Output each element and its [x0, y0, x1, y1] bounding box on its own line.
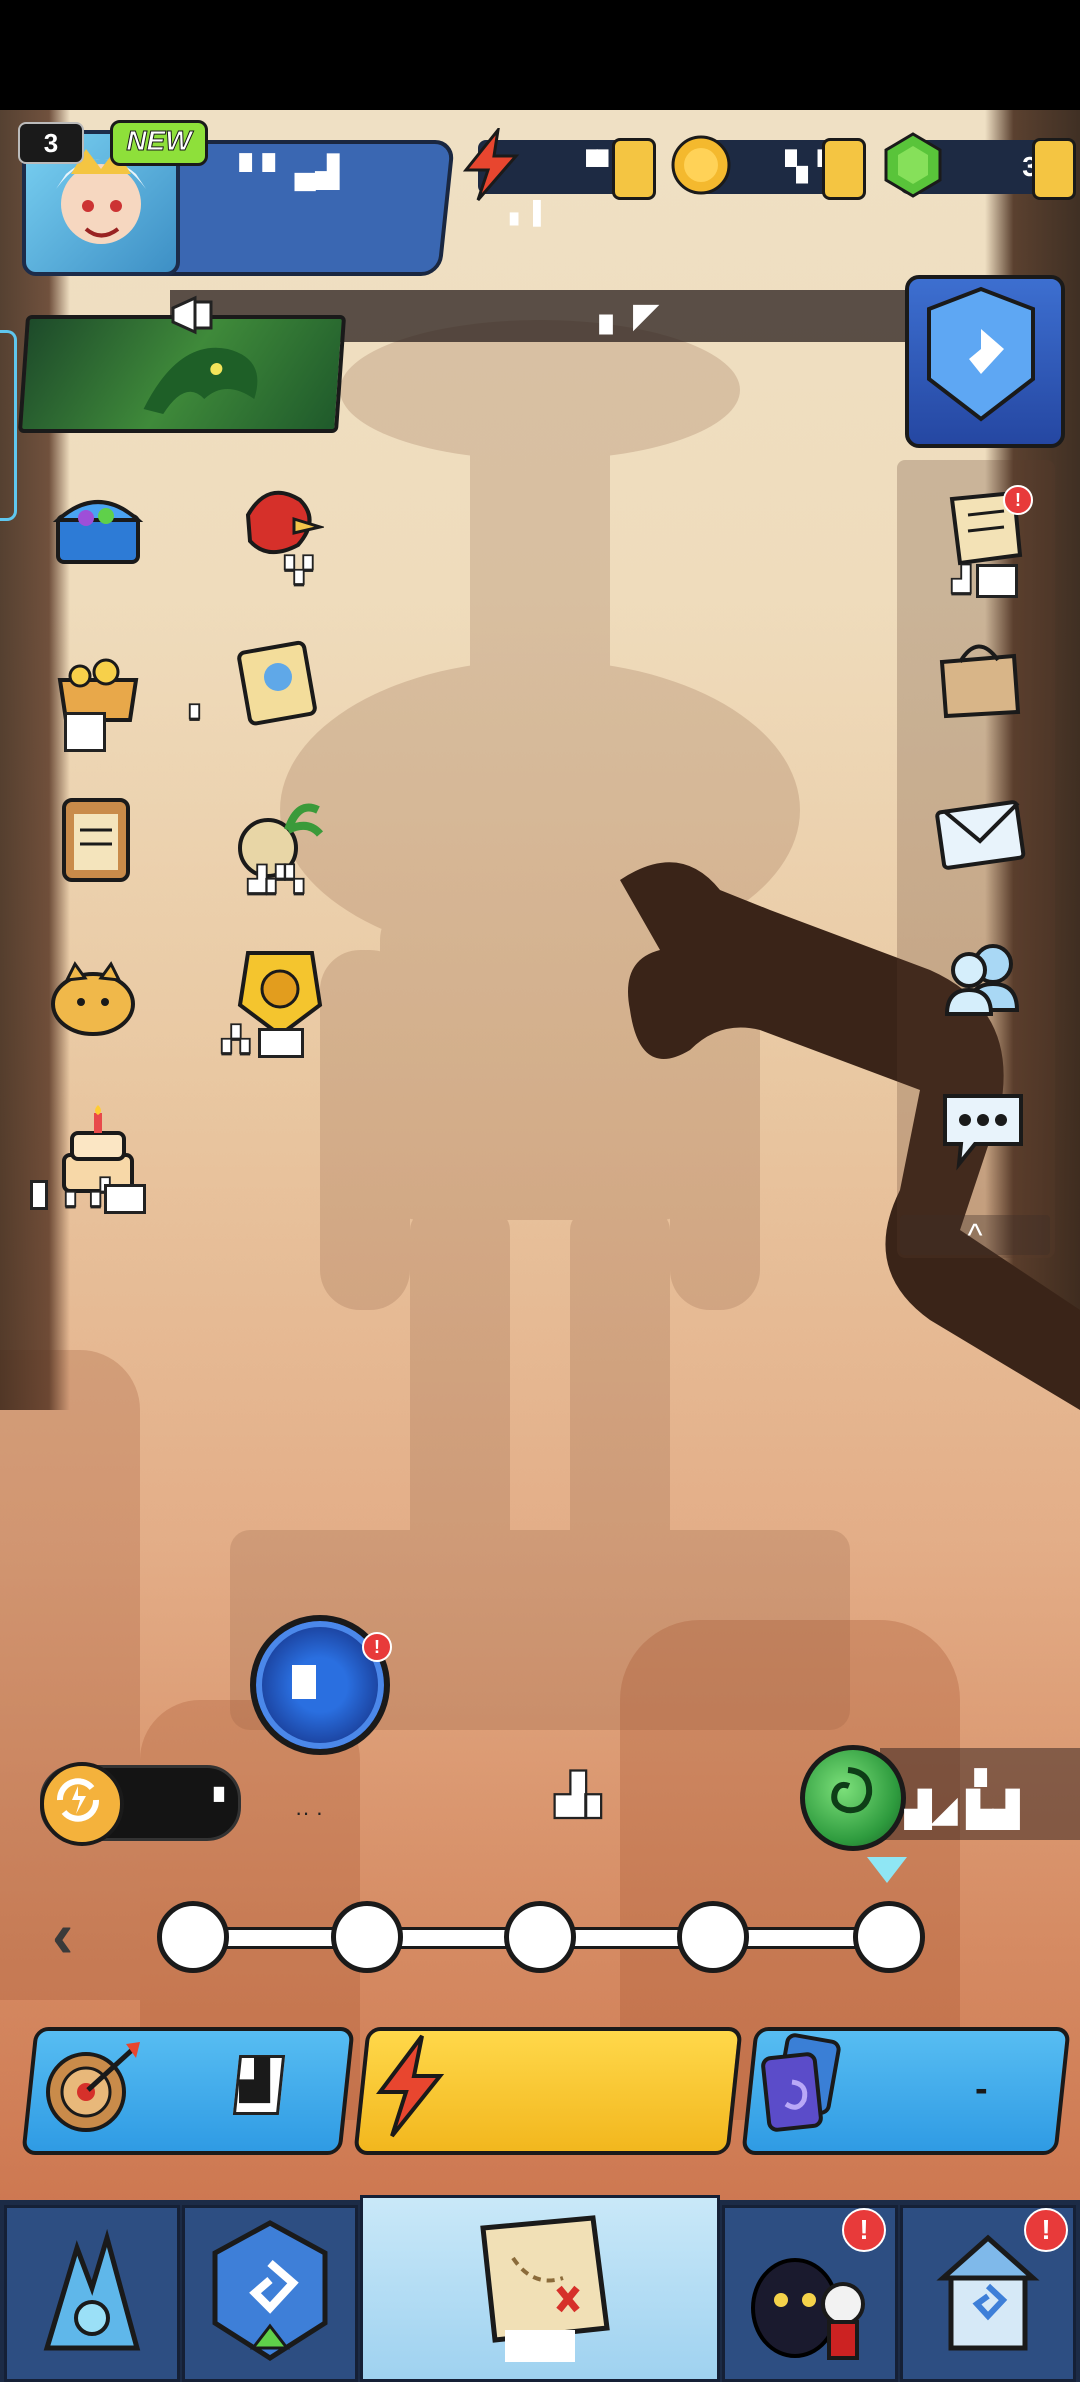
megaphone-icon [171, 295, 213, 335]
dartboard-icon [46, 2042, 140, 2132]
energy-timer: ▖ ▌ [510, 200, 549, 225]
chat-icon[interactable] [935, 1080, 1031, 1176]
cards-value: - [975, 2068, 988, 2110]
nav-map-label [505, 2330, 575, 2362]
companion-alert-badge: ! [842, 2208, 886, 2252]
gem-add-button[interactable] [1032, 138, 1076, 200]
clipboard-icon[interactable] [48, 790, 144, 886]
lightning-icon [462, 128, 520, 201]
gold-pot-badge [64, 712, 106, 752]
background-frame [0, 110, 70, 1410]
stamina-value: ▝ [205, 1789, 224, 1816]
guild-alert-badge: ! [1024, 2208, 1068, 2252]
compass-label: ▟▞▚ [247, 866, 304, 894]
coin-icon [671, 135, 731, 195]
green-orb-button[interactable] [800, 1745, 906, 1851]
coin-add-button[interactable] [822, 138, 866, 200]
swirl-icon [831, 1767, 873, 1814]
treasure-chest-icon[interactable] [50, 480, 146, 576]
gem-counter[interactable]: 3 [884, 132, 1076, 200]
rank-badge-button[interactable] [905, 275, 1065, 448]
bag-icon[interactable] [930, 632, 1026, 728]
refresh-icon [40, 1762, 124, 1846]
upgrade-icon [212, 2220, 328, 2361]
friends-icon[interactable] [935, 930, 1031, 1026]
scroll-label: ▟ [951, 566, 971, 594]
progress-node[interactable] [677, 1901, 749, 1973]
progress-node[interactable] [331, 1901, 403, 1973]
scroll-badge [976, 564, 1018, 598]
portal-alert-badge: ! [362, 1632, 392, 1662]
crest-icon [927, 286, 1035, 422]
stage-label: ▟▖ [555, 1773, 618, 1818]
new-badge: NEW [110, 120, 208, 166]
player-level-badge: 3 [18, 122, 84, 164]
energy-counter[interactable]: ▝▘▚ [462, 128, 656, 201]
orb-label: ▟◢ ▙▟ [905, 1791, 1020, 1829]
coin-counter[interactable]: ▚▝▘ [671, 135, 866, 200]
stamina-subtext: ·· · [295, 1800, 324, 1825]
dart-value: ▟ [240, 2060, 270, 2102]
piggy-bank-icon[interactable] [45, 950, 141, 1046]
nav-tab-heroes[interactable] [4, 2205, 180, 2382]
cake-badge-left [30, 1180, 48, 1210]
energy-add-button[interactable] [612, 138, 656, 200]
mail-icon[interactable] [932, 785, 1028, 881]
nav-tab-upgrade[interactable] [182, 2205, 358, 2382]
cards-icon [761, 2033, 841, 2132]
side-drawer-handle[interactable] [0, 330, 17, 521]
gold-pot-label: ▘ [189, 706, 209, 734]
player-name: ▘▘ ▄▟ [240, 156, 339, 189]
progress-node-current[interactable] [853, 1901, 925, 1973]
cake-badge [104, 1184, 146, 1214]
current-stage-marker [867, 1857, 907, 1883]
sidebar-collapse-button[interactable]: ^ [900, 1215, 1050, 1255]
crystal-icon [43, 2228, 141, 2351]
status-bar [0, 0, 1080, 110]
progress-node[interactable] [157, 1901, 229, 1973]
scroll-alert-badge: ! [1003, 485, 1033, 515]
gold-card-label: ▞▖ [222, 1026, 260, 1054]
lightning-play-icon [376, 2034, 445, 2138]
portal-label [292, 1665, 316, 1699]
bird-label: ▚▘ [285, 557, 323, 585]
gem-icon [884, 132, 942, 198]
progress-node[interactable] [504, 1901, 576, 1973]
orb-top-label: ▖ [975, 1753, 999, 1786]
back-button[interactable]: ‹ [52, 1900, 102, 1970]
announcement-text: ▖ ◤ [600, 297, 659, 333]
gold-card-badge [258, 1028, 304, 1058]
book-icon[interactable] [230, 635, 326, 731]
